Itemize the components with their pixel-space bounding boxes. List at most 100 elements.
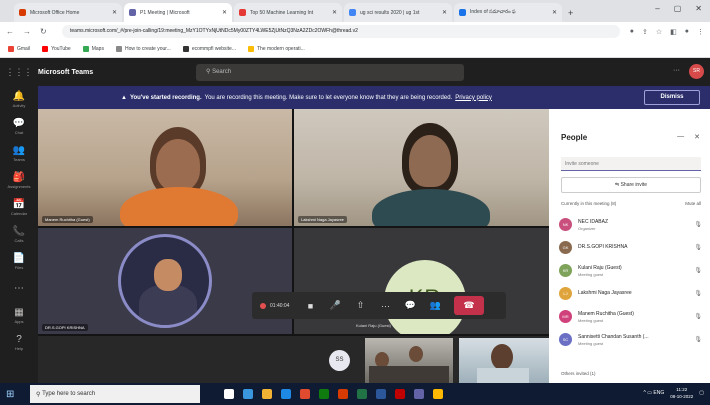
leave-call-button[interactable]: ☎ bbox=[454, 296, 484, 315]
notifications-icon[interactable]: ▢ bbox=[699, 390, 704, 396]
rail-label: Calendar bbox=[10, 211, 28, 216]
browser-tab[interactable]: ug sci results 2020 | ug 1st ✕ bbox=[344, 3, 452, 22]
participant-row[interactable]: KR Kulani Raju (Guest) Meeting guest 🎙 bbox=[559, 259, 704, 282]
bookmark-item[interactable]: How to create your... bbox=[115, 46, 171, 52]
minimize-panel-icon[interactable]: — bbox=[677, 133, 684, 141]
tab-favicon-icon bbox=[19, 9, 26, 16]
rail-item-apps[interactable]: ▦ Apps bbox=[0, 302, 38, 329]
more-options-icon[interactable]: ··· bbox=[673, 67, 680, 74]
taskbar-app-icon[interactable] bbox=[262, 389, 272, 399]
close-tab-icon[interactable]: ✕ bbox=[442, 9, 447, 16]
rail-item-help[interactable]: ? Help bbox=[0, 329, 38, 356]
recording-dot-icon bbox=[260, 302, 266, 309]
participant-name-tag: Lakshmi Naga Jayasree bbox=[298, 216, 347, 223]
close-tab-icon[interactable]: ✕ bbox=[112, 9, 117, 16]
profile-icon[interactable]: ● bbox=[685, 28, 689, 36]
close-panel-icon[interactable]: ✕ bbox=[694, 133, 700, 141]
minimize-icon[interactable]: – bbox=[655, 4, 659, 13]
thumbnail-video-2[interactable] bbox=[459, 338, 549, 383]
chat-icon[interactable]: 💬 bbox=[398, 292, 423, 319]
forward-arrow-icon[interactable]: → bbox=[23, 27, 31, 36]
avatar[interactable]: SR bbox=[689, 64, 704, 79]
browser-tab[interactable]: Top 50 Machine Learning Int ✕ bbox=[234, 3, 342, 22]
mute-all-link[interactable]: Mute all bbox=[685, 201, 701, 206]
extension-icon[interactable]: ◧ bbox=[670, 28, 677, 36]
kebab-menu-icon[interactable]: ⋮ bbox=[697, 28, 704, 36]
taskbar-app-icon[interactable] bbox=[338, 389, 348, 399]
taskbar-app-icon[interactable] bbox=[319, 389, 329, 399]
participant-row[interactable]: LJ Lakshmi Naga Jayasree 🎙 bbox=[559, 282, 704, 305]
rail-item-chat[interactable]: 💬 Chat bbox=[0, 113, 38, 140]
new-tab-button[interactable]: + bbox=[568, 8, 573, 18]
others-invited[interactable]: Others invited (1) bbox=[561, 371, 596, 376]
taskbar-app-icon[interactable] bbox=[433, 389, 443, 399]
section-label[interactable]: Currently in this meeting (8) bbox=[561, 201, 616, 206]
rail-item-activity[interactable]: 🔔 Activity bbox=[0, 86, 38, 113]
share-icon[interactable]: ⇪ bbox=[642, 28, 648, 36]
taskbar-app-icon[interactable] bbox=[395, 389, 405, 399]
bookmark-item[interactable]: The modern operati... bbox=[248, 46, 305, 52]
camera-icon[interactable]: ■ bbox=[298, 292, 323, 319]
rail-item-assignments[interactable]: 🎒 Assignments bbox=[0, 167, 38, 194]
rail-item-more[interactable]: ⋯ bbox=[0, 275, 38, 302]
app-launcher-icon[interactable]: ⋮⋮⋮ bbox=[0, 67, 38, 78]
taskbar-search-input[interactable]: ⚲ Type here to search bbox=[30, 385, 200, 403]
clock[interactable]: 11:22 08-10-2022 bbox=[670, 386, 693, 400]
invite-input[interactable]: Invite someone bbox=[561, 157, 701, 171]
thumbnail-video-1[interactable] bbox=[365, 338, 453, 383]
rail-icon: ? bbox=[16, 334, 22, 345]
rail-item-calls[interactable]: 📞 Calls bbox=[0, 221, 38, 248]
rail-item-files[interactable]: 📄 Files bbox=[0, 248, 38, 275]
back-arrow-icon[interactable]: ← bbox=[6, 27, 14, 36]
participant-initials-bubble[interactable]: SS bbox=[329, 350, 350, 371]
rail-item-teams[interactable]: 👥 Teams bbox=[0, 140, 38, 167]
taskbar-app-icon[interactable] bbox=[281, 389, 291, 399]
windows-start-icon[interactable]: ⊞ bbox=[6, 389, 22, 400]
browser-tab[interactable]: Index of సమాచారం ఫ ✕ bbox=[454, 3, 562, 22]
share-screen-icon[interactable]: ⇧ bbox=[348, 292, 373, 319]
microphone-icon: 🎙 bbox=[694, 222, 702, 228]
browser-tab[interactable]: Microsoft Office Home ✕ bbox=[14, 3, 122, 22]
location-icon[interactable]: ● bbox=[630, 28, 634, 36]
close-tab-icon[interactable]: ✕ bbox=[332, 9, 337, 16]
bookmark-item[interactable]: Gmail bbox=[8, 46, 30, 52]
taskbar-app-icon[interactable] bbox=[357, 389, 367, 399]
participant-row[interactable]: GK DR.S.GOPI KRISHNA 🎙 bbox=[559, 236, 704, 259]
more-actions-icon[interactable]: ··· bbox=[373, 292, 398, 319]
microphone-icon: 🎙 bbox=[694, 268, 702, 274]
participant-row[interactable]: SC Sannisetti Chandan Susanth (... Meeting… bbox=[559, 328, 704, 351]
bookmark-item[interactable]: Maps bbox=[82, 46, 104, 52]
search-input[interactable]: ⚲ Search bbox=[196, 63, 464, 81]
microphone-icon[interactable]: 🎤 bbox=[323, 292, 348, 319]
bookmark-favicon-icon bbox=[182, 46, 189, 52]
close-tab-icon[interactable]: ✕ bbox=[222, 9, 227, 16]
taskbar-app-icon[interactable] bbox=[243, 389, 253, 399]
url-field[interactable]: teams.microsoft.com/_#/pre-join-calling/… bbox=[62, 25, 620, 38]
system-tray: ^ ▭ ENG 11:22 08-10-2022 ▢ bbox=[644, 386, 704, 400]
taskbar-app-icon[interactable] bbox=[414, 389, 424, 399]
video-tile-2[interactable]: Lakshmi Naga Jayasree bbox=[294, 109, 549, 226]
tray-icons[interactable]: ^ ▭ ENG bbox=[644, 390, 665, 396]
browser-tab[interactable]: P1 Meeting | Microsoft ✕ bbox=[124, 3, 232, 22]
participants-icon[interactable]: 👥 bbox=[423, 292, 448, 319]
dismiss-button[interactable]: Dismiss bbox=[644, 90, 700, 105]
maximize-icon[interactable]: ▢ bbox=[674, 4, 682, 13]
close-tab-icon[interactable]: ✕ bbox=[552, 9, 557, 16]
participant-row[interactable]: MR Manem Ruchitha (Guest) Meeting guest 🎙 bbox=[559, 305, 704, 328]
search-placeholder: Search bbox=[212, 68, 232, 75]
star-icon[interactable]: ☆ bbox=[656, 28, 662, 36]
share-invite-button[interactable]: ⇋ Share invite bbox=[561, 177, 701, 193]
close-window-icon[interactable]: ✕ bbox=[695, 4, 702, 13]
rail-item-calendar[interactable]: 📅 Calendar bbox=[0, 194, 38, 221]
taskbar-app-icon[interactable] bbox=[224, 389, 234, 399]
bookmark-item[interactable]: YouTube bbox=[42, 46, 71, 52]
rail-icon: 👥 bbox=[12, 145, 26, 156]
reload-icon[interactable]: ↻ bbox=[40, 27, 47, 36]
taskbar-app-icon[interactable] bbox=[376, 389, 386, 399]
video-tile-1[interactable]: Manem Ruchitha (Guest) bbox=[38, 109, 292, 226]
taskbar-app-icon[interactable] bbox=[300, 389, 310, 399]
bookmark-item[interactable]: ecommpfi website... bbox=[182, 46, 236, 52]
warning-icon: ▲ bbox=[121, 94, 127, 101]
privacy-policy-link[interactable]: Privacy policy bbox=[455, 95, 492, 101]
participant-row[interactable]: NK NEC IDABAZ Organizer 🎙 bbox=[559, 213, 704, 236]
